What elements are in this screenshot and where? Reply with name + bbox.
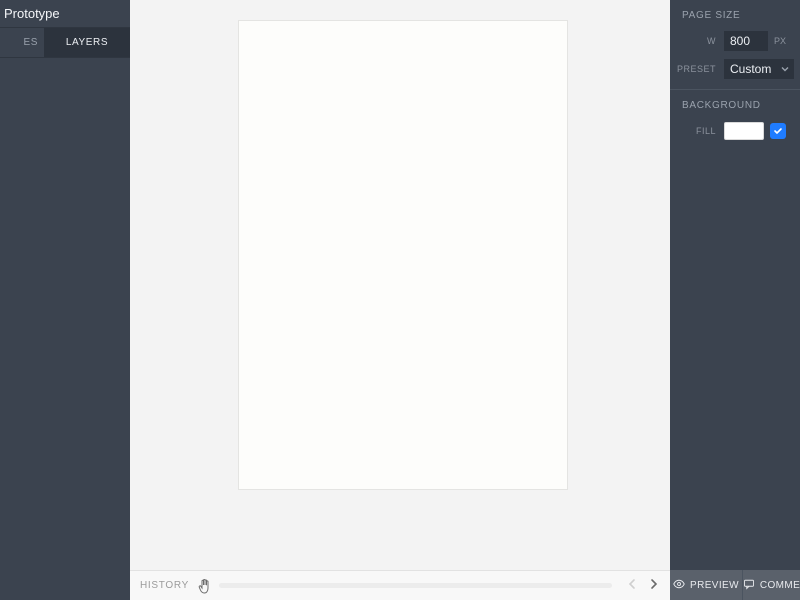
document-title: Prototype bbox=[4, 6, 60, 21]
tab-pages[interactable]: ES bbox=[0, 28, 44, 57]
width-input[interactable] bbox=[724, 31, 768, 51]
width-row: W PX bbox=[670, 29, 800, 53]
history-nav bbox=[626, 577, 660, 595]
canvas-area[interactable] bbox=[130, 0, 670, 570]
tab-layers[interactable]: LAYERS bbox=[44, 28, 130, 57]
history-bar: HISTORY bbox=[130, 570, 670, 600]
left-sidebar: Prototype ES LAYERS bbox=[0, 0, 130, 600]
cursor-hand-icon bbox=[197, 577, 213, 595]
fill-row: FILL bbox=[670, 119, 800, 143]
page-size-section-title: PAGE SIZE bbox=[670, 0, 800, 29]
comment-button[interactable]: COMME bbox=[742, 570, 800, 600]
preset-label: PRESET bbox=[670, 64, 724, 74]
preview-button[interactable]: PREVIEW bbox=[670, 570, 742, 600]
comment-icon bbox=[743, 578, 755, 593]
chevron-down-icon bbox=[780, 63, 790, 77]
page-canvas[interactable] bbox=[238, 20, 568, 490]
history-prev-button[interactable] bbox=[626, 577, 638, 595]
history-label: HISTORY bbox=[140, 580, 189, 591]
tab-layers-label: LAYERS bbox=[66, 37, 108, 48]
width-label: W bbox=[670, 36, 724, 46]
comment-label: COMME bbox=[760, 580, 800, 591]
preset-row: PRESET Custom bbox=[670, 57, 800, 81]
left-tabs: ES LAYERS bbox=[0, 28, 130, 58]
preset-value: Custom bbox=[730, 62, 771, 76]
right-bottom-actions: PREVIEW COMME bbox=[670, 570, 800, 600]
tab-pages-label: ES bbox=[23, 37, 38, 48]
left-sidebar-header: Prototype bbox=[0, 0, 130, 28]
width-unit: PX bbox=[774, 36, 786, 46]
background-section-title: BACKGROUND bbox=[670, 90, 800, 119]
eye-icon bbox=[673, 578, 685, 593]
fill-color-swatch[interactable] bbox=[724, 122, 764, 140]
fill-enabled-checkbox[interactable] bbox=[770, 123, 786, 139]
preview-label: PREVIEW bbox=[690, 580, 739, 591]
history-next-button[interactable] bbox=[648, 577, 660, 595]
fill-label: FILL bbox=[670, 126, 724, 136]
preset-select[interactable]: Custom bbox=[724, 59, 794, 79]
history-slider[interactable] bbox=[219, 583, 612, 588]
right-sidebar: PAGE SIZE W PX PRESET Custom BACKGROUND … bbox=[670, 0, 800, 600]
